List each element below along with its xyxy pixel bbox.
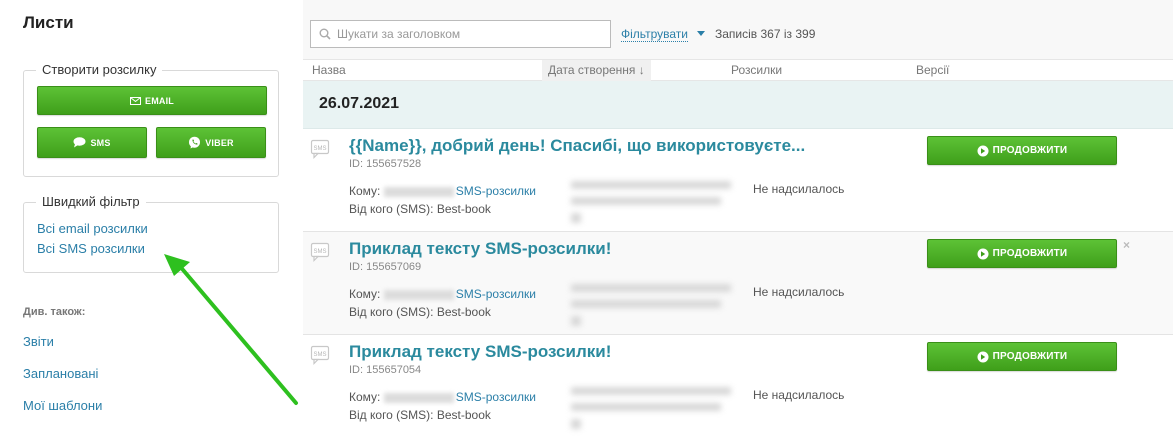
email-button-label: EMAIL — [145, 95, 174, 106]
sms-icon: SMS — [310, 242, 330, 262]
chevron-down-icon[interactable] — [697, 31, 705, 36]
svg-text:SMS: SMS — [313, 146, 326, 152]
mailing-id: ID: 155657528 — [349, 158, 422, 170]
column-mailings[interactable]: Розсилки — [731, 63, 782, 77]
mailing-sender: Від кого (SMS): Best-book — [349, 408, 491, 422]
redacted-preview — [567, 177, 740, 225]
redacted-list-name — [383, 289, 454, 300]
my-templates-link[interactable]: Мої шаблони — [23, 398, 102, 413]
continue-button-label: ПРОДОВЖИТИ — [992, 248, 1068, 259]
sms-icon: SMS — [310, 139, 330, 159]
continue-button[interactable]: ПРОДОВЖИТИ — [927, 136, 1117, 165]
reports-link[interactable]: Звіти — [23, 334, 54, 349]
continue-button-label: ПРОДОВЖИТИ — [992, 351, 1068, 362]
date-group-label: 26.07.2021 — [319, 95, 400, 112]
table-header: Назва Дата створення ↓ Розсилки Версії — [303, 59, 1173, 81]
recipient-prefix: Кому: — [349, 184, 381, 198]
mailing-sender: Від кого (SMS): Best-book — [349, 202, 491, 216]
envelope-icon — [130, 96, 141, 105]
scheduled-link[interactable]: Заплановані — [23, 366, 98, 381]
arrow-circle-right-icon — [977, 145, 989, 156]
records-count: Записів 367 із 399 — [715, 27, 816, 41]
column-versions[interactable]: Версії — [916, 63, 949, 77]
quick-filter-legend: Швидкий фільтр — [36, 194, 146, 209]
main-content: Фільтрувати Записів 367 із 399 Назва Дат… — [303, 0, 1173, 437]
chat-bubble-icon — [73, 137, 86, 148]
mailing-title[interactable]: {{Name}}, добрий день! Спасибі, що викор… — [349, 136, 805, 156]
sms-icon: SMS — [310, 345, 330, 365]
mailing-recipient: Кому: SMS-розсилки — [349, 287, 536, 301]
date-group-header: 26.07.2021 — [303, 81, 1173, 129]
create-sms-button[interactable]: SMS — [37, 127, 147, 158]
create-mailing-panel: Створити розсилку EMAIL SMS VIBER — [23, 62, 279, 177]
redacted-preview — [567, 280, 740, 328]
arrow-circle-right-icon — [977, 248, 989, 259]
continue-button[interactable]: ПРОДОВЖИТИ — [927, 239, 1117, 268]
search-input[interactable] — [337, 27, 587, 41]
mailing-title[interactable]: Приклад тексту SMS-розсилки! — [349, 342, 611, 362]
close-icon[interactable]: × — [1123, 238, 1130, 252]
continue-button[interactable]: ПРОДОВЖИТИ — [927, 342, 1117, 371]
create-email-button[interactable]: EMAIL — [37, 86, 267, 115]
mailing-status: Не надсилалось — [753, 182, 845, 196]
filter-all-sms-link[interactable]: Всі SMS розсилки — [37, 241, 145, 256]
recipient-prefix: Кому: — [349, 287, 381, 301]
filter-toggle[interactable]: Фільтрувати — [621, 27, 688, 42]
redacted-list-name — [383, 186, 454, 197]
mailing-recipient: Кому: SMS-розсилки — [349, 390, 536, 404]
column-date[interactable]: Дата створення ↓ — [542, 60, 651, 81]
viber-button-label: VIBER — [205, 137, 234, 148]
page-title: Листи — [23, 13, 74, 32]
redacted-list-name — [383, 392, 454, 403]
see-also-heading: Див. також: — [23, 306, 86, 318]
sms-button-label: SMS — [90, 137, 111, 148]
column-name[interactable]: Назва — [312, 63, 346, 77]
svg-text:SMS: SMS — [313, 249, 326, 255]
mailing-status: Не надсилалось — [753, 388, 845, 402]
filter-all-email-link[interactable]: Всі email розсилки — [37, 221, 148, 236]
svg-text:SMS: SMS — [313, 352, 326, 358]
create-mailing-legend: Створити розсилку — [36, 62, 163, 77]
recipient-link[interactable]: SMS-розсилки — [456, 184, 536, 198]
search-box[interactable] — [310, 20, 611, 48]
viber-icon — [189, 136, 201, 149]
mailing-sender: Від кого (SMS): Best-book — [349, 305, 491, 319]
search-icon — [319, 28, 331, 40]
sidebar: Листи Створити розсилку EMAIL SMS VIBER — [0, 0, 290, 437]
arrow-circle-right-icon — [977, 351, 989, 362]
mailing-title[interactable]: Приклад тексту SMS-розсилки! — [349, 239, 611, 259]
table-row: SMS Приклад тексту SMS-розсилки! ID: 155… — [303, 232, 1173, 335]
recipient-link[interactable]: SMS-розсилки — [456, 390, 536, 404]
table-row: SMS {{Name}}, добрий день! Спасибі, що в… — [303, 129, 1173, 232]
redacted-preview — [567, 383, 740, 431]
create-viber-button[interactable]: VIBER — [156, 127, 266, 158]
recipient-link[interactable]: SMS-розсилки — [456, 287, 536, 301]
mailing-status: Не надсилалось — [753, 285, 845, 299]
table-row: SMS Приклад тексту SMS-розсилки! ID: 155… — [303, 335, 1173, 437]
recipient-prefix: Кому: — [349, 390, 381, 404]
continue-button-label: ПРОДОВЖИТИ — [992, 145, 1068, 156]
mailing-id: ID: 155657054 — [349, 364, 422, 376]
mailing-id: ID: 155657069 — [349, 261, 422, 273]
mailing-recipient: Кому: SMS-розсилки — [349, 184, 536, 198]
quick-filter-panel: Швидкий фільтр Всі email розсилки Всі SM… — [23, 194, 279, 273]
